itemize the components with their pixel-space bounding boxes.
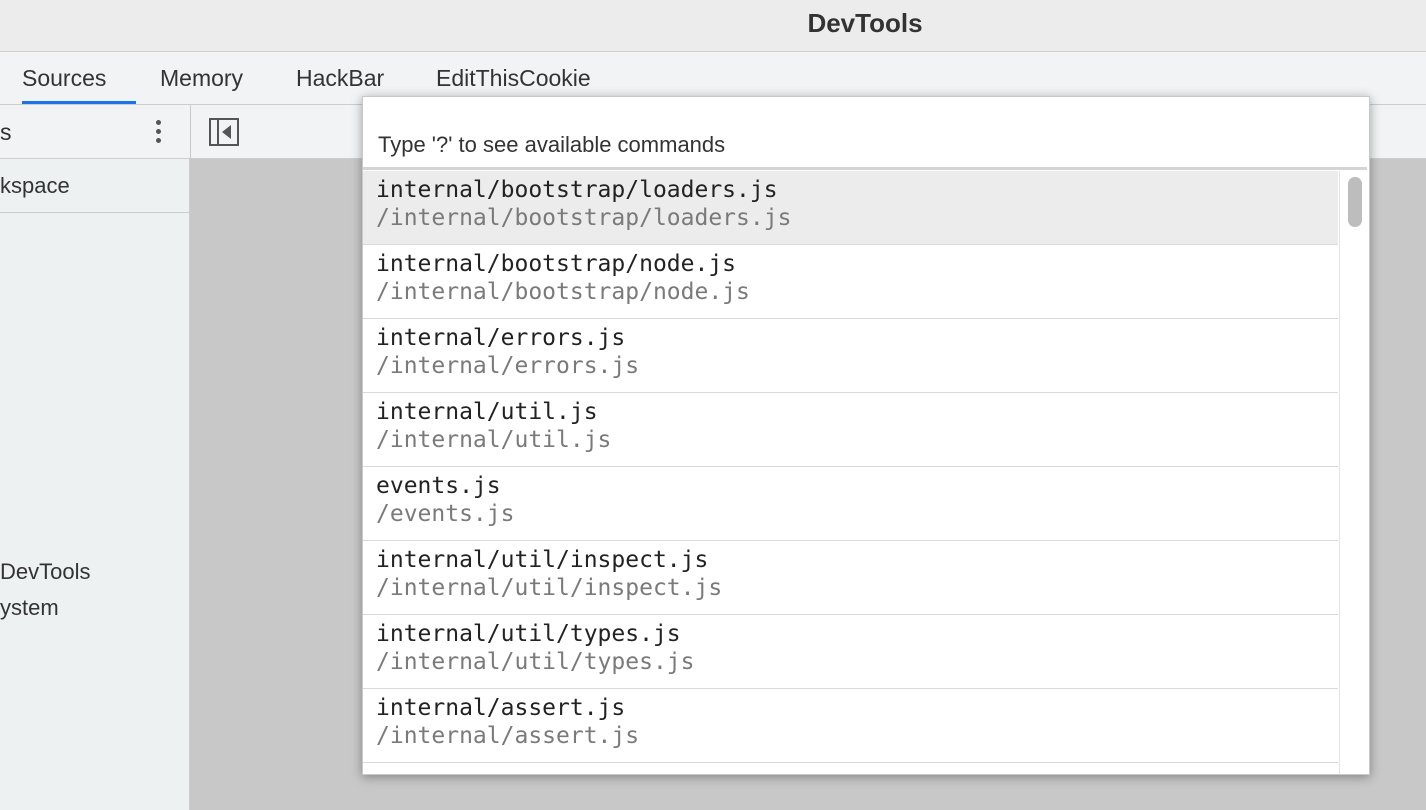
sidebar-toggle-icon[interactable] (209, 118, 239, 146)
results-scrollbar[interactable] (1339, 171, 1369, 774)
command-palette-divider (363, 167, 1367, 170)
result-name: internal/bootstrap/node.js (376, 251, 737, 277)
result-path: /internal/util.js (376, 427, 612, 453)
result-path: /events.js (376, 501, 515, 527)
sidebar-item-system[interactable]: ystem (0, 593, 190, 623)
result-name: events.js (376, 473, 501, 499)
results-scrollbar-thumb[interactable] (1348, 177, 1362, 227)
tab-memory[interactable]: Memory (160, 52, 243, 104)
command-palette-input[interactable] (363, 97, 1369, 168)
sidebar-item-system-label: ystem (0, 595, 59, 620)
list-item[interactable]: internal/errors.js /internal/errors.js (363, 319, 1338, 393)
result-name: internal/util.js (376, 399, 598, 425)
list-item[interactable]: internal/assert.js /internal/assert.js (363, 689, 1338, 763)
list-item[interactable]: internal/bootstrap/loaders.js /internal/… (363, 171, 1338, 245)
sidebar-item-workspace[interactable]: kspace (0, 159, 190, 213)
list-item[interactable]: internal/bootstrap/node.js /internal/boo… (363, 245, 1338, 319)
list-item[interactable]: internal/util.js /internal/util.js (363, 393, 1338, 467)
navigator-sidebar: s kspace DevTools ystem (0, 105, 190, 810)
navigator-header: s (0, 105, 190, 159)
tab-sources-label: Sources (22, 65, 107, 91)
result-path: /internal/errors.js (376, 353, 640, 379)
sidebar-item-devtools-label: DevTools (0, 559, 91, 584)
window-title: DevTools (807, 8, 923, 38)
result-path: /internal/bootstrap/loaders.js (376, 205, 792, 231)
tab-sources[interactable]: Sources (22, 52, 136, 104)
list-item[interactable]: internal/util/inspect.js /internal/util/… (363, 541, 1338, 615)
result-name: internal/bootstrap/loaders.js (376, 177, 778, 203)
kebab-menu-icon[interactable] (150, 117, 166, 147)
result-name: internal/util/inspect.js (376, 547, 709, 573)
result-name: internal/assert.js (376, 695, 626, 721)
sidebar-item-devtools[interactable]: DevTools (0, 557, 190, 587)
result-name: internal/errors.js (376, 325, 626, 351)
command-palette-results: internal/bootstrap/loaders.js /internal/… (363, 171, 1338, 774)
navigator-tab-label[interactable]: s (0, 105, 12, 159)
result-path: /internal/assert.js (376, 723, 640, 749)
tab-memory-label: Memory (160, 65, 244, 91)
tab-hackbar-label: HackBar (296, 65, 385, 91)
result-name: internal/util/types.js (376, 621, 681, 647)
command-palette: internal/bootstrap/loaders.js /internal/… (362, 96, 1370, 775)
tab-editthiscookie-label: EditThisCookie (436, 65, 591, 91)
window-titlebar: DevTools (0, 0, 1426, 52)
list-item[interactable]: events.js /events.js (363, 467, 1338, 541)
result-path: /internal/util/inspect.js (376, 575, 723, 601)
list-item[interactable]: internal/util/types.js /internal/util/ty… (363, 615, 1338, 689)
result-path: /internal/util/types.js (376, 649, 695, 675)
result-path: /internal/bootstrap/node.js (376, 279, 750, 305)
sidebar-item-workspace-label: kspace (0, 173, 70, 198)
